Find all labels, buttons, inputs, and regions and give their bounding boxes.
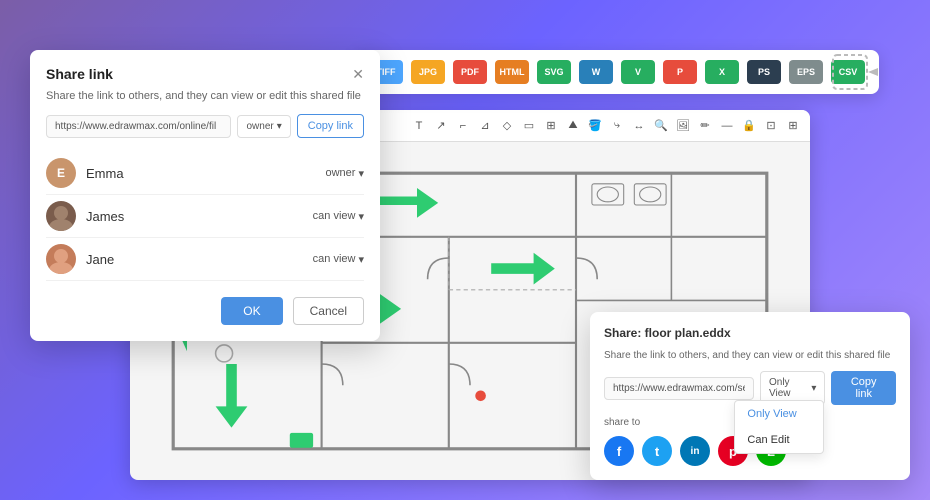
facebook-share-icon[interactable]: f [604, 436, 634, 466]
twitter-share-icon[interactable]: t [642, 436, 672, 466]
share-panel: Share: floor plan.eddx Share the link to… [590, 312, 910, 480]
text-tool-icon[interactable]: T [410, 117, 428, 135]
dialog-header: Share link ✕ [46, 66, 364, 82]
connect-icon[interactable]: ⤷ [608, 117, 626, 135]
link-row: owner ▾ Copy link [46, 114, 364, 138]
link-url-input[interactable] [46, 115, 231, 138]
chevron-down-icon: ▾ [277, 121, 282, 132]
crop-icon[interactable]: ⊡ [762, 117, 780, 135]
line-icon[interactable]: — [718, 117, 736, 135]
user-perm-james[interactable]: can view ▾ [313, 210, 364, 223]
export-bar: TIFF JPG PDF HTML SVG W V P X PS EPS CSV [355, 50, 879, 94]
chevron-down-icon: ▾ [811, 383, 816, 394]
share-link-row: Only View ▾ Only View Can Edit Copy link [604, 371, 896, 405]
arrow-indicator [828, 50, 878, 105]
arrow-tool-icon[interactable]: ↗ [432, 117, 450, 135]
user-row-jane: Jane can view ▾ [46, 238, 364, 281]
perm-label-jane: can view [313, 253, 356, 265]
link-icon[interactable]: ↔ [630, 117, 648, 135]
grid-icon[interactable]: ⊞ [784, 117, 802, 135]
linkedin-share-icon[interactable]: in [680, 436, 710, 466]
avatar-james [46, 201, 76, 231]
dialog-title: Share link [46, 66, 113, 82]
share-perm-label: Only View [769, 377, 808, 399]
close-button[interactable]: ✕ [352, 67, 364, 81]
format-jpg[interactable]: JPG [411, 60, 445, 84]
copy-link-button-main[interactable]: Copy link [297, 114, 364, 138]
ok-button[interactable]: OK [221, 297, 282, 325]
perm-only-view[interactable]: Only View [735, 401, 823, 427]
user-row-james: James can view ▾ [46, 195, 364, 238]
format-svg[interactable]: SVG [537, 60, 571, 84]
user-name-emma: Emma [86, 166, 326, 181]
link-permission-selector[interactable]: owner ▾ [237, 115, 290, 138]
share-panel-description: Share the link to others, and they can v… [604, 350, 896, 361]
dialog-actions: OK Cancel [46, 297, 364, 325]
format-ps[interactable]: PS [747, 60, 781, 84]
image-icon[interactable]: 🖼 [674, 117, 692, 135]
perm-can-edit[interactable]: Can Edit [735, 427, 823, 453]
rect-tool-icon[interactable]: ▭ [520, 117, 538, 135]
format-pdf[interactable]: PDF [453, 60, 487, 84]
user-row-emma: E Emma owner ▾ [46, 152, 364, 195]
avatar-emma: E [46, 158, 76, 188]
table-tool-icon[interactable]: ⊞ [542, 117, 560, 135]
fill-icon[interactable]: 🪣 [586, 117, 604, 135]
shape-tool-icon[interactable]: ◇ [498, 117, 516, 135]
chevron-down-icon: ▾ [358, 210, 364, 223]
path-tool-icon[interactable]: ⊿ [476, 117, 494, 135]
share-dialog-main: Share link ✕ Share the link to others, a… [30, 50, 380, 341]
user-name-jane: Jane [86, 252, 313, 267]
avatar-jane [46, 244, 76, 274]
format-visio[interactable]: V [621, 60, 655, 84]
format-ppt[interactable]: P [663, 60, 697, 84]
permission-dropdown: Only View Can Edit [734, 400, 824, 454]
share-link-input[interactable] [604, 377, 754, 400]
cancel-button[interactable]: Cancel [293, 297, 364, 325]
chevron-down-icon: ▾ [358, 253, 364, 266]
user-name-james: James [86, 209, 313, 224]
corner-tool-icon[interactable]: ⌐ [454, 117, 472, 135]
user-perm-emma[interactable]: owner ▾ [326, 167, 365, 180]
share-panel-title: Share: floor plan.eddx [604, 326, 896, 340]
copy-link-button-panel[interactable]: Copy link [831, 371, 896, 405]
format-html[interactable]: HTML [495, 60, 529, 84]
chevron-down-icon: ▾ [358, 167, 364, 180]
format-word[interactable]: W [579, 60, 613, 84]
lock-icon[interactable]: 🔒 [740, 117, 758, 135]
dialog-description: Share the link to others, and they can v… [46, 90, 364, 102]
link-perm-label: owner [246, 121, 273, 132]
format-eps[interactable]: EPS [789, 60, 823, 84]
zoom-icon[interactable]: 🔍 [652, 117, 670, 135]
perm-label-james: can view [313, 210, 356, 222]
pen-icon[interactable]: ✏ [696, 117, 714, 135]
share-permission-selector[interactable]: Only View ▾ Only View Can Edit [760, 371, 825, 405]
perm-label-emma: owner [326, 167, 356, 179]
mountain-icon[interactable]: ⛰ [564, 117, 582, 135]
user-perm-jane[interactable]: can view ▾ [313, 253, 364, 266]
format-excel[interactable]: X [705, 60, 739, 84]
